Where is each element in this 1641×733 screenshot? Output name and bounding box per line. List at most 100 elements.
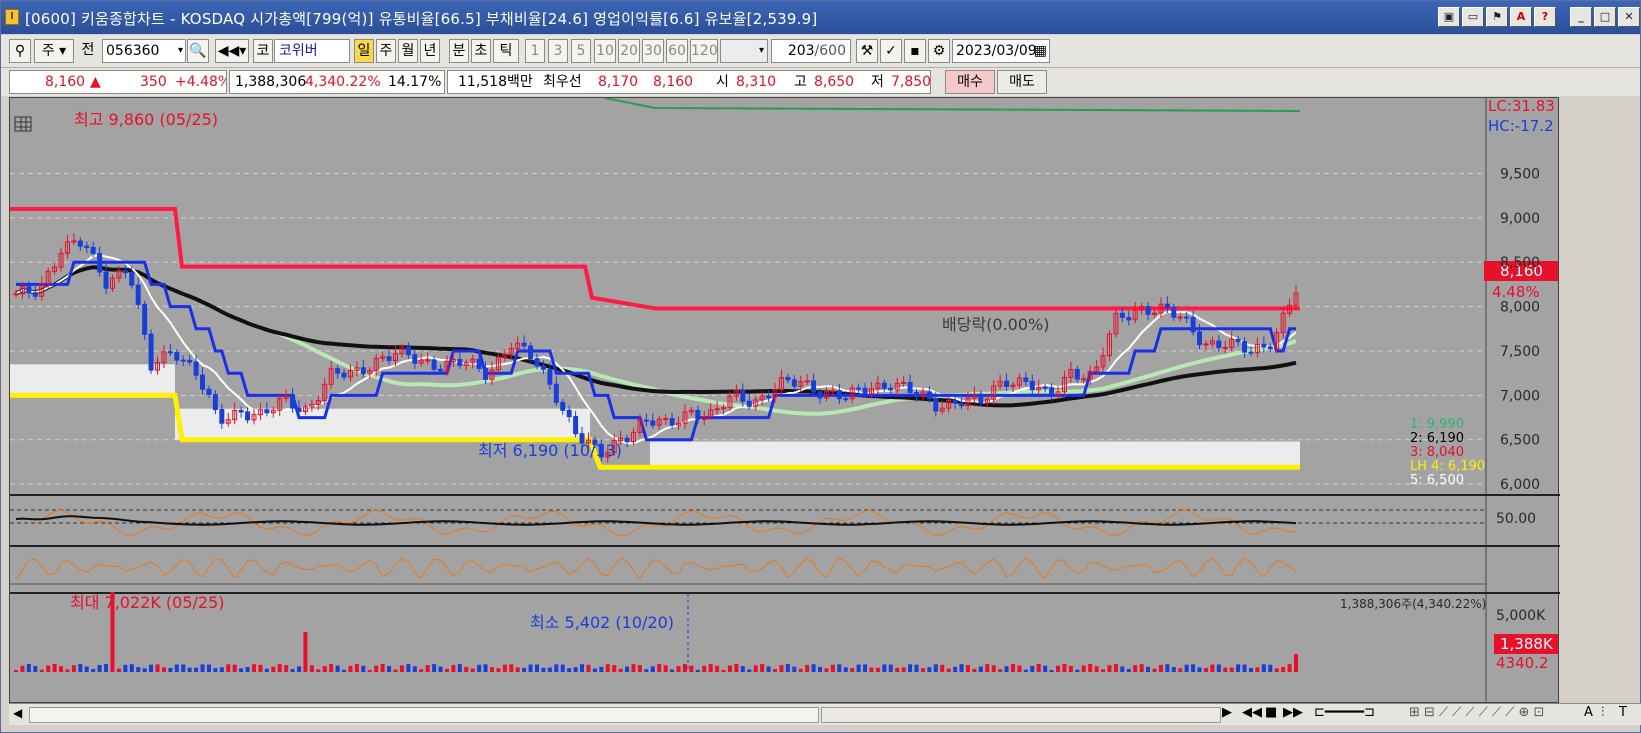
minute-60[interactable]: 60 (666, 39, 688, 63)
maximize-button[interactable]: □ (1594, 7, 1616, 27)
gear-icon[interactable]: ⚙ (928, 39, 950, 63)
candle-body (669, 418, 675, 426)
grid-toggle-icon[interactable] (14, 116, 32, 132)
search-icon[interactable]: 🔍 (187, 39, 209, 63)
tab-day[interactable]: 일 (354, 39, 374, 63)
volume-tick: 5,000K (1496, 608, 1546, 624)
flag-icon[interactable]: ⚑ (1486, 7, 1508, 27)
scroll-thumb[interactable] (821, 707, 1221, 723)
calendar-icon[interactable]: ▦ (1034, 40, 1047, 62)
forward-icon[interactable]: ▶▶ (1283, 705, 1303, 720)
menu-icon[interactable]: ⚲ (9, 39, 31, 63)
minimize-button[interactable]: _ (1570, 7, 1592, 27)
volume-bar (1287, 664, 1292, 672)
window-icon[interactable]: ▭ (1462, 7, 1484, 27)
candle-body (785, 376, 791, 381)
volume-bar (84, 666, 89, 672)
red-band-line (10, 206, 1300, 311)
market-icon[interactable]: 코 (253, 39, 273, 63)
volume-bar (670, 669, 675, 672)
custom-interval-select[interactable]: ▾ (720, 39, 768, 63)
minute-20[interactable]: 20 (618, 39, 640, 63)
volume-bar (264, 668, 269, 672)
scroll-track[interactable] (29, 707, 819, 723)
candle-body (122, 270, 128, 274)
code-input[interactable]: 056360 ▾ (102, 39, 186, 63)
check-icon[interactable]: ✓ (880, 39, 902, 63)
price-tick-label: 6,000 (1500, 477, 1540, 493)
rewind-icon[interactable]: ◀◀ (1242, 705, 1262, 720)
font-button[interactable]: A (1510, 7, 1532, 27)
volume-bar (895, 667, 900, 672)
candle-body (914, 392, 920, 397)
count-input[interactable]: 203/600 (771, 39, 851, 63)
chart-window: I [0600] 키움종합차트 - KOSDAQ 시가총액[799(억)] 유통… (0, 0, 1641, 733)
buy-button[interactable]: 매수 (945, 70, 995, 94)
volume-bar (785, 664, 790, 672)
candle-body (881, 382, 887, 389)
tools-icon[interactable]: ⚒ (856, 39, 878, 63)
candle-body (245, 411, 251, 421)
tab-week[interactable]: 주 (376, 39, 396, 63)
fib-tool-icon[interactable]: ⫶ (1601, 705, 1604, 720)
volume-bar (612, 664, 617, 672)
tab-second[interactable]: 초 (471, 39, 491, 63)
volume-bar (1210, 664, 1215, 672)
candle-body (296, 407, 302, 413)
chart-svg[interactable]: LC:31.83 HC:-17.2 최고 9,860 (05/25) 최저 6,… (10, 98, 1560, 704)
tab-tick[interactable]: 틱 (493, 39, 519, 63)
minute-30[interactable]: 30 (642, 39, 664, 63)
tab-year[interactable]: 년 (420, 39, 440, 63)
text-tool-icon[interactable]: A (1584, 705, 1593, 720)
volume-bar (1216, 664, 1221, 672)
volume-bar (438, 666, 443, 672)
tab-month[interactable]: 월 (398, 39, 418, 63)
low-label: 저 (871, 74, 884, 90)
minute-10[interactable]: 10 (594, 39, 616, 63)
indicator-tick: 50.00 (1496, 511, 1536, 527)
volume-bar (46, 665, 51, 672)
volume-bar (682, 664, 687, 672)
zoom-slider[interactable]: ⊏━━━━━⊐ (1314, 705, 1375, 720)
stop-icon[interactable]: ■ (1265, 705, 1277, 720)
volume-bar (580, 664, 585, 672)
minute-120[interactable]: 120 (690, 39, 718, 63)
sell-button[interactable]: 매도 (997, 70, 1047, 94)
candle-body (933, 397, 939, 412)
candle-body (405, 346, 411, 356)
play-icon[interactable]: ▶ (1222, 705, 1232, 720)
volume: 1,388,306 (235, 74, 307, 90)
drawing-tools-icon[interactable]: ⊞ ⊟ ⟋ ⟋ ⟋ ⟋ ⟋ ⟋ ⊕ ⊡ (1409, 705, 1544, 720)
candle-body (1222, 346, 1228, 349)
scroll-left-icon[interactable]: ◀ (13, 706, 22, 720)
candle-body (77, 240, 83, 247)
close-button[interactable]: ✕ (1618, 7, 1640, 27)
minute-3[interactable]: 3 (548, 39, 568, 63)
volume-bar (1030, 665, 1035, 672)
layout-icon[interactable]: ▣ (1438, 7, 1460, 27)
candle-body (566, 409, 572, 418)
volume-bar (599, 666, 604, 672)
best-label: 최우선 (543, 74, 582, 90)
horizontal-scrollbar[interactable]: ◀ ▶ ◀◀ ■ ▶▶ ⊏━━━━━⊐ ⊞ ⊟ ⟋ ⟋ ⟋ ⟋ ⟋ ⟋ ⊕ ⊡ … (9, 703, 1641, 725)
volume-bar (515, 667, 520, 672)
tab-minute[interactable]: 분 (449, 39, 469, 63)
help-button[interactable]: ? (1534, 7, 1556, 27)
volume-bar (200, 664, 205, 672)
candle-body (1145, 306, 1151, 315)
save-icon[interactable]: ▪ (904, 39, 926, 63)
volume-bar (740, 666, 745, 672)
minute-5[interactable]: 5 (571, 39, 591, 63)
stock-name[interactable]: 코위버 (274, 39, 350, 63)
minute-1[interactable]: 1 (525, 39, 545, 63)
date-input[interactable]: 2023/03/09 ▦ (952, 39, 1050, 63)
candle-body (1119, 312, 1125, 318)
volume-bar (560, 664, 565, 672)
t-tool-icon[interactable]: T (1619, 705, 1627, 720)
period-select[interactable]: 주 ▾ (34, 39, 74, 63)
candle-body (476, 358, 482, 369)
volume-bar (322, 666, 327, 672)
volume-bar (290, 669, 295, 672)
chart-area[interactable]: LC:31.83 HC:-17.2 최고 9,860 (05/25) 최저 6,… (9, 97, 1560, 704)
sound-icon[interactable]: ◀◀▾ (215, 39, 249, 63)
